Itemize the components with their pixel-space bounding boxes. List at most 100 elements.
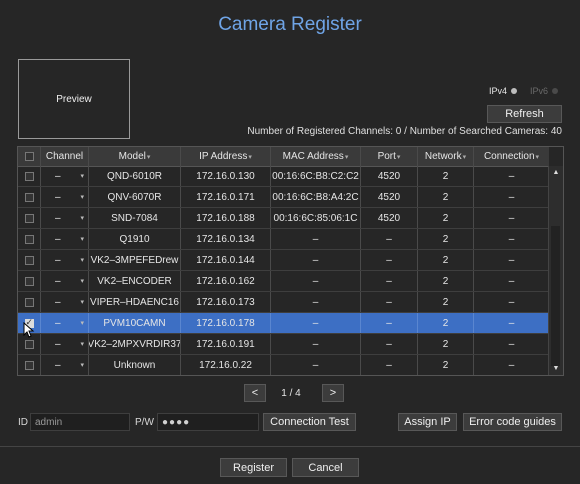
cell-channel[interactable]: – ▾ [41,313,89,333]
row-checkbox[interactable] [24,360,34,370]
table-row[interactable]: – ▾ VK2–2MPXVRDIR37 172.16.0.191– –2– [18,334,549,355]
cell-network: 2 [418,313,474,333]
cell-connection: – [508,338,515,350]
camera-table: Channel Model ▾ IP Address ▾ MAC Address ▾ … [17,146,564,376]
row-checkbox[interactable] [24,213,34,223]
row-checkbox-cell[interactable] [18,250,41,270]
ipv6-radio[interactable]: IPv6 [530,86,559,96]
channel-dropdown-icon[interactable]: ▾ [80,235,84,243]
cell-port: 4520 [361,208,418,228]
cancel-button[interactable]: Cancel [292,458,359,477]
id-label: ID [18,417,28,428]
cell-model: Unknown [89,355,181,375]
select-all-checkbox-cell[interactable] [18,147,41,166]
scroll-up-icon[interactable]: ▲ [549,169,563,176]
channel-dropdown-icon[interactable]: ▾ [80,319,84,327]
pager-status: 1 / 4 [281,388,301,399]
register-button[interactable]: Register [220,458,287,477]
row-checkbox-cell[interactable] [18,355,41,375]
header-network[interactable]: Network ▾ [418,147,474,166]
scroll-down-icon[interactable]: ▼ [549,365,563,372]
table-row[interactable]: – ▾ VIPER–HDAENC16 172.16.0.173– –2– [18,292,549,313]
table-row[interactable]: – ▾ SND-7084 172.16.0.188 00:16:6C:85:06:1C 4… [18,208,549,229]
table-row[interactable]: ✓ – ▾ PVM10CAMN 172.16.0.178– –2– [18,313,549,334]
header-connection[interactable]: Connection ▾ [474,147,549,166]
channel-dropdown-icon[interactable]: ▾ [80,298,84,306]
header-port[interactable]: Port ▾ [361,147,418,166]
sort-down-icon: ▾ [535,153,540,161]
cell-network: 2 [418,250,474,270]
password-field[interactable]: ●●●● [157,413,259,431]
row-checkbox[interactable] [24,255,34,265]
row-checkbox[interactable] [24,234,34,244]
refresh-button[interactable]: Refresh [487,105,562,123]
cell-channel[interactable]: – ▾ [41,334,89,354]
cell-channel[interactable]: – ▾ [41,355,89,375]
cell-connection: – [508,275,515,287]
cell-channel[interactable]: – ▾ [41,292,89,312]
cell-mac: – [271,292,361,312]
table-row[interactable]: – ▾ Q1910 172.16.0.134– –2– [18,229,549,250]
cell-model: VK2–2MPXVRDIR37 [89,334,181,354]
cell-channel[interactable]: – ▾ [41,271,89,291]
cell-ip: 172.16.0.22 [181,355,271,375]
cell-ip: 172.16.0.188 [181,208,271,228]
cell-mac: 00:16:6C:B8:A4:2C [271,187,361,207]
cell-network: 2 [418,271,474,291]
row-checkbox[interactable] [24,171,34,181]
cell-model: SND-7084 [89,208,181,228]
channel-dropdown-icon[interactable]: ▾ [80,193,84,201]
header-channel[interactable]: Channel [41,147,89,166]
row-checkbox-cell[interactable] [18,292,41,312]
row-checkbox[interactable] [24,339,34,349]
channel-dropdown-icon[interactable]: ▾ [80,172,84,180]
row-checkbox-cell[interactable] [18,166,41,186]
channel-dropdown-icon[interactable]: ▾ [80,256,84,264]
channel-dropdown-icon[interactable]: ▾ [80,277,84,285]
row-checkbox[interactable] [24,192,34,202]
cell-mac: – [271,355,361,375]
row-checkbox-cell[interactable] [18,271,41,291]
cell-channel[interactable]: – ▾ [41,229,89,249]
select-all-checkbox[interactable] [24,152,34,161]
channel-dropdown-icon[interactable]: ▾ [80,361,84,369]
pager-next-button[interactable]: > [322,384,344,402]
cell-mac: – [271,313,361,333]
row-checkbox-cell[interactable] [18,229,41,249]
connection-test-button[interactable]: Connection Test [263,413,356,431]
preview-pane: Preview [18,59,130,139]
row-checkbox-cell[interactable] [18,208,41,228]
cell-connection: – [508,170,515,182]
cell-channel[interactable]: – ▾ [41,250,89,270]
cell-channel[interactable]: – ▾ [41,166,89,186]
table-row[interactable]: – ▾ VK2–ENCODER 172.16.0.162– –2– [18,271,549,292]
table-scrollbar[interactable]: ▲ ▼ [548,166,563,375]
id-field[interactable]: admin [30,413,130,431]
table-row[interactable]: – ▾ QND-6010R 172.16.0.130 00:16:6C:B8:C2:C2… [18,166,549,187]
error-code-guides-button[interactable]: Error code guides [463,413,562,431]
cell-network: 2 [418,166,474,186]
table-row[interactable]: – ▾ QNV-6070R 172.16.0.171 00:16:6C:B8:A4:2C… [18,187,549,208]
ipv4-radio[interactable]: IPv4 [489,86,518,96]
scrollbar-thumb[interactable] [551,226,560,366]
sort-down-icon: ▾ [146,153,151,161]
channel-dropdown-icon[interactable]: ▾ [80,214,84,222]
cell-channel[interactable]: – ▾ [41,187,89,207]
header-ip-address[interactable]: IP Address ▾ [181,147,271,166]
table-row[interactable]: – ▾ VK2–3MPEFEDrew 172.16.0.144– –2– [18,250,549,271]
pager-prev-button[interactable]: < [244,384,266,402]
dialog-title: Camera Register [218,14,362,35]
row-checkbox[interactable] [24,297,34,307]
cell-model: QNV-6070R [89,187,181,207]
cell-channel[interactable]: – ▾ [41,208,89,228]
header-mac-address[interactable]: MAC Address ▾ [271,147,361,166]
header-model[interactable]: Model ▾ [89,147,181,166]
row-checkbox[interactable] [24,276,34,286]
ipv6-label: IPv6 [530,86,549,96]
assign-ip-button[interactable]: Assign IP [398,413,457,431]
row-checkbox-cell[interactable] [18,187,41,207]
cell-network: 2 [418,187,474,207]
channel-dropdown-icon[interactable]: ▾ [80,340,84,348]
table-row[interactable]: – ▾ Unknown 172.16.0.22– –2– [18,355,549,375]
cell-connection: – [508,233,515,245]
